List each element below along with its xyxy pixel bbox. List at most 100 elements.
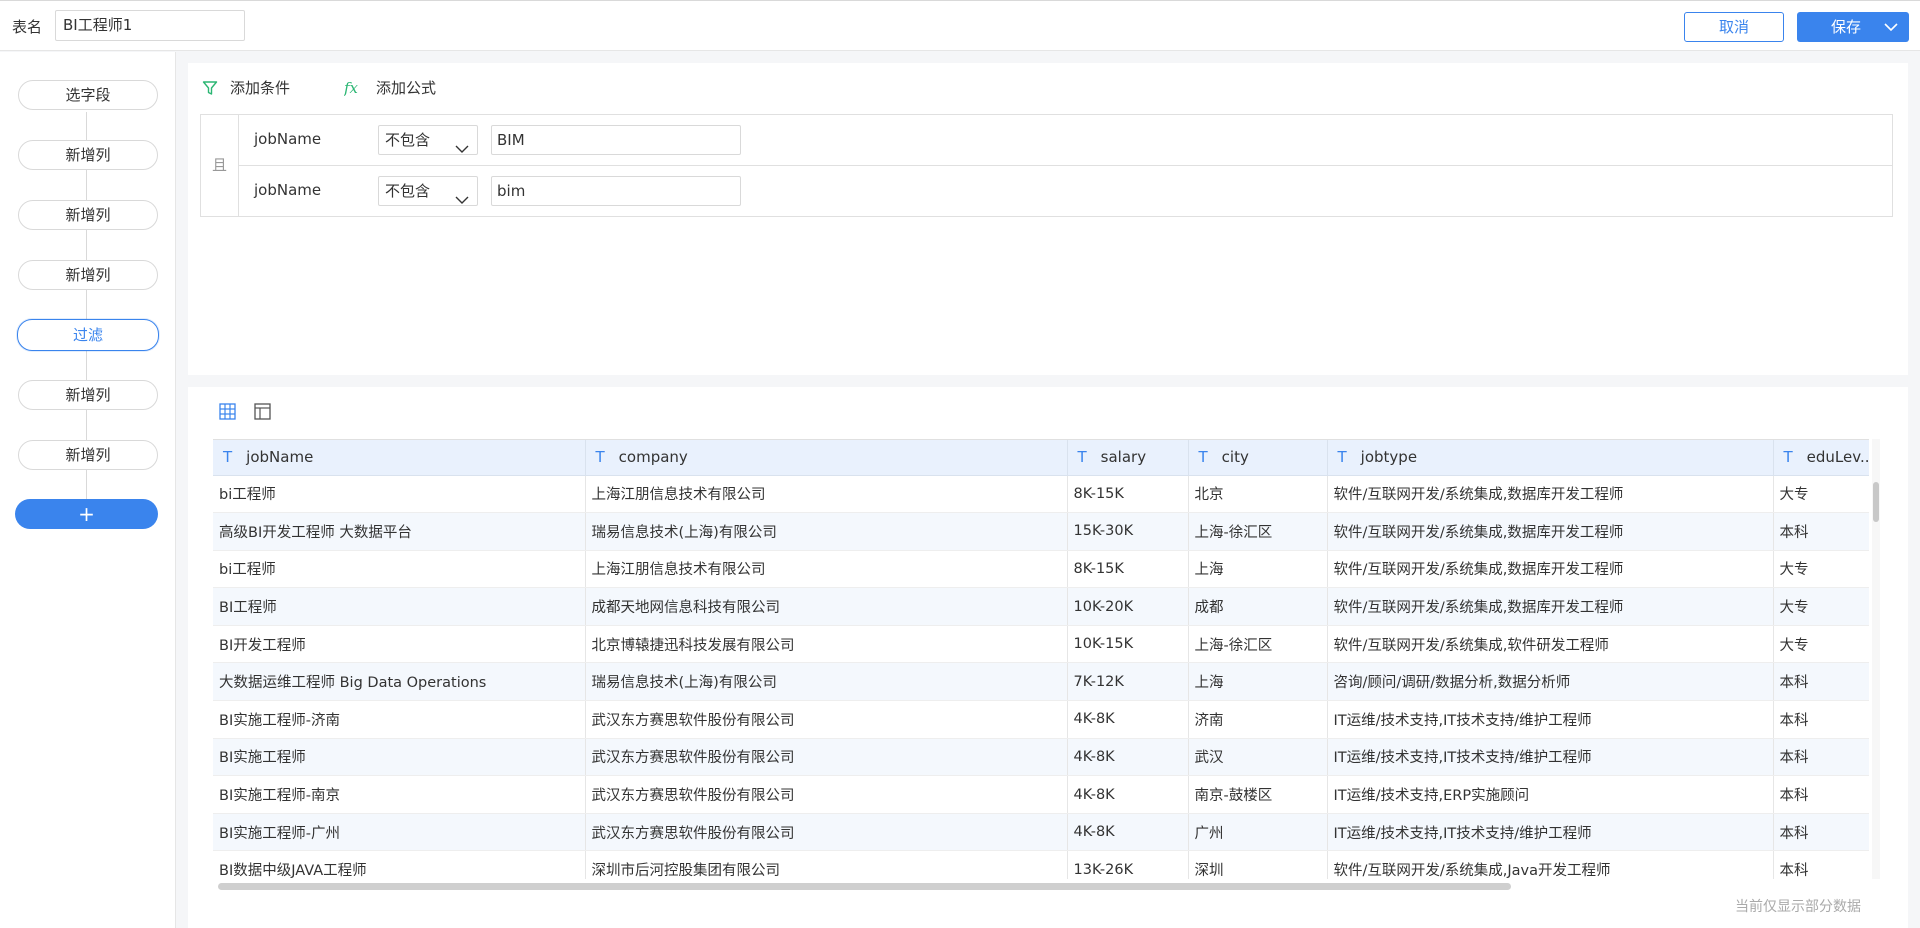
- table-row[interactable]: bi工程师 上海江朋信息技术有限公司 8K-15K 上海 软件/互联网开发/系统集成,数…: [213, 550, 1869, 589]
- cancel-button[interactable]: 取消: [1684, 12, 1784, 42]
- add-step-button[interactable]: +: [15, 499, 158, 529]
- column-header[interactable]: Tsalary: [1067, 440, 1189, 476]
- step-add-column[interactable]: 新增列: [18, 440, 158, 470]
- table-cell: 武汉东方赛思软件股份有限公司: [585, 738, 1068, 777]
- horizontal-scrollbar-thumb[interactable]: [218, 883, 1511, 890]
- table-cell: BI实施工程师-广州: [213, 813, 586, 852]
- add-formula-button[interactable]: fx 添加公式: [344, 77, 436, 98]
- table-cell: 大专: [1773, 550, 1869, 589]
- table-row[interactable]: BI实施工程师-济南 武汉东方赛思软件股份有限公司 4K-8K 济南 IT运维/技术支持…: [213, 700, 1869, 739]
- table-cell: 北京博辕捷迅科技发展有限公司: [585, 625, 1068, 664]
- step-filter[interactable]: 过滤: [17, 319, 159, 351]
- table-cell: 南京-鼓楼区: [1188, 775, 1328, 814]
- condition-operator-value: 不包含: [385, 131, 431, 149]
- column-header-label: jobName: [246, 448, 314, 467]
- table-body: bi工程师 上海江朋信息技术有限公司 8K-15K 北京 软件/互联网开发/系统集成,数…: [213, 475, 1869, 879]
- table-row[interactable]: 高级BI开发工程师 大数据平台 瑞易信息技术(上海)有限公司 15K-30K 上海-徐…: [213, 512, 1869, 551]
- table-cell: bi工程师: [213, 550, 586, 589]
- table-cell: 13K-26K: [1067, 850, 1189, 879]
- table-cell: 软件/互联网开发/系统集成,软件研发工程师: [1327, 625, 1774, 664]
- table-cell: 武汉: [1188, 738, 1328, 777]
- chevron-down-icon: [455, 186, 469, 214]
- table-cell: 瑞易信息技术(上海)有限公司: [585, 662, 1068, 702]
- table-name-input[interactable]: BI工程师1: [55, 10, 245, 41]
- column-header-label: eduLev...: [1806, 448, 1869, 467]
- table-cell: 深圳: [1188, 850, 1328, 879]
- table-cell: BI实施工程师-南京: [213, 775, 586, 814]
- table-row[interactable]: BI开发工程师 北京博辕捷迅科技发展有限公司 10K-15K 上海-徐汇区 软件/互联网…: [213, 625, 1869, 664]
- condition-field[interactable]: jobName: [254, 181, 321, 199]
- column-header[interactable]: Tcompany: [585, 440, 1068, 476]
- condition-value-input[interactable]: BIM: [491, 125, 741, 155]
- logic-and-toggle[interactable]: 且: [201, 115, 239, 216]
- step-select-fields[interactable]: 选字段: [18, 80, 158, 110]
- table-cell: 大专: [1773, 625, 1869, 664]
- condition-operator-select[interactable]: 不包含: [378, 176, 478, 206]
- table-row[interactable]: BI实施工程师-南京 武汉东方赛思软件股份有限公司 4K-8K 南京-鼓楼区 IT运维/…: [213, 775, 1869, 814]
- data-preview-panel: TjobName Tcompany Tsalary Tcity Tjobtype Tedu…: [188, 387, 1908, 928]
- table-cell: BI开发工程师: [213, 625, 586, 664]
- layout-view-icon[interactable]: [254, 403, 271, 424]
- table-cell: 上海: [1188, 662, 1328, 702]
- table-cell: 10K-20K: [1067, 587, 1189, 626]
- step-add-column[interactable]: 新增列: [18, 380, 158, 410]
- table-cell: 武汉东方赛思软件股份有限公司: [585, 700, 1068, 739]
- table-cell: 软件/互联网开发/系统集成,数据库开发工程师: [1327, 475, 1774, 514]
- table-cell: 上海-徐汇区: [1188, 512, 1328, 551]
- condition-operator-select[interactable]: 不包含: [378, 125, 478, 155]
- table-row[interactable]: 大数据运维工程师 Big Data Operations 瑞易信息技术(上海)有限…: [213, 662, 1869, 702]
- table-cell: 深圳市后河控股集团有限公司: [585, 850, 1068, 879]
- vertical-scrollbar-thumb[interactable]: [1873, 482, 1879, 522]
- column-header[interactable]: TeduLev...: [1773, 440, 1869, 476]
- table-row[interactable]: BI数据中级JAVA工程师 深圳市后河控股集团有限公司 13K-26K 深圳 软件/互联…: [213, 850, 1869, 879]
- text-type-icon: T: [595, 448, 605, 467]
- svg-text:fx: fx: [344, 80, 359, 96]
- column-header-label: company: [618, 448, 688, 467]
- table-cell: 软件/互联网开发/系统集成,数据库开发工程师: [1327, 512, 1774, 551]
- step-add-column[interactable]: 新增列: [18, 140, 158, 170]
- save-button-label: 保存: [1830, 18, 1861, 36]
- column-header[interactable]: Tcity: [1188, 440, 1328, 476]
- column-header-label: salary: [1100, 448, 1147, 467]
- column-header-label: city: [1221, 448, 1249, 467]
- table-row[interactable]: BI实施工程师-广州 武汉东方赛思软件股份有限公司 4K-8K 广州 IT运维/技术支持…: [213, 813, 1869, 852]
- table-cell: 7K-12K: [1067, 662, 1189, 702]
- column-header-label: jobtype: [1360, 448, 1418, 467]
- text-type-icon: T: [1783, 448, 1793, 467]
- column-header[interactable]: Tjobtype: [1327, 440, 1774, 476]
- table-cell: 8K-15K: [1067, 475, 1189, 514]
- table-row[interactable]: BI工程师 成都天地网信息科技有限公司 10K-20K 成都 软件/互联网开发/系统集成…: [213, 587, 1869, 626]
- table-cell: IT运维/技术支持,IT技术支持/维护工程师: [1327, 738, 1774, 777]
- table-cell: 本科: [1773, 775, 1869, 814]
- table-cell: 本科: [1773, 850, 1869, 879]
- step-flow-panel: 选字段 新增列 新增列 新增列 过滤 新增列 新增列 +: [0, 52, 176, 928]
- table-cell: 15K-30K: [1067, 512, 1189, 551]
- step-add-column[interactable]: 新增列: [18, 200, 158, 230]
- step-add-column[interactable]: 新增列: [18, 260, 158, 290]
- condition-value-input[interactable]: bim: [491, 176, 741, 206]
- grid-view-icon[interactable]: [219, 403, 236, 424]
- condition-field[interactable]: jobName: [254, 130, 321, 148]
- add-condition-button[interactable]: 添加条件: [202, 77, 290, 98]
- chevron-down-icon[interactable]: [1873, 12, 1909, 42]
- table-cell: 大专: [1773, 587, 1869, 626]
- table-row[interactable]: bi工程师 上海江朋信息技术有限公司 8K-15K 北京 软件/互联网开发/系统集成,数…: [213, 475, 1869, 514]
- table-cell: 4K-8K: [1067, 738, 1189, 777]
- table-row[interactable]: BI实施工程师 武汉东方赛思软件股份有限公司 4K-8K 武汉 IT运维/技术支持,IT…: [213, 738, 1869, 777]
- top-bar: 表名 BI工程师1 取消 保存: [0, 0, 1920, 51]
- table-cell: 上海-徐汇区: [1188, 625, 1328, 664]
- text-type-icon: T: [1337, 448, 1347, 467]
- table-cell: 大数据运维工程师 Big Data Operations: [213, 662, 586, 702]
- filter-config-panel: 添加条件 fx 添加公式 且 jobName 不包含 BIM jobName 不…: [188, 63, 1908, 375]
- table-cell: 10K-15K: [1067, 625, 1189, 664]
- table-name-label: 表名: [12, 18, 43, 36]
- table-cell: 软件/互联网开发/系统集成,数据库开发工程师: [1327, 587, 1774, 626]
- table-cell: 高级BI开发工程师 大数据平台: [213, 512, 586, 551]
- table-cell: 上海江朋信息技术有限公司: [585, 475, 1068, 514]
- condition-operator-value: 不包含: [385, 182, 431, 200]
- column-header[interactable]: TjobName: [213, 440, 586, 476]
- save-button[interactable]: 保存: [1797, 12, 1909, 42]
- table-cell: BI数据中级JAVA工程师: [213, 850, 586, 879]
- table-cell: 本科: [1773, 700, 1869, 739]
- table-cell: bi工程师: [213, 475, 586, 514]
